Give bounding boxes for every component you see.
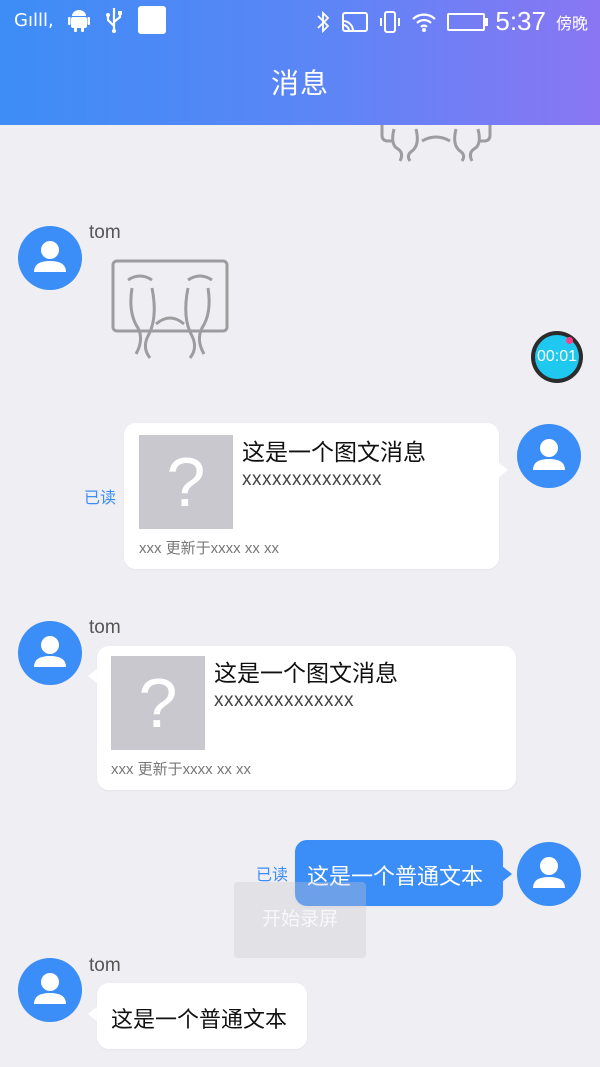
record-timer[interactable]: 00:01	[531, 331, 583, 383]
card-title: 这是一个图文消息	[242, 439, 426, 465]
usb-icon	[105, 8, 122, 33]
signal-icon: Gılll,	[14, 9, 54, 31]
cast-icon	[342, 11, 369, 32]
recording-dot-icon	[566, 337, 573, 344]
card-footer: xxx 更新于xxxx xx xx	[111, 761, 252, 778]
avatar-self[interactable]	[517, 424, 581, 488]
card-title: 这是一个图文消息	[214, 660, 398, 686]
status-time: 5:37	[495, 6, 546, 36]
card-footer: xxx 更新于xxxx xx xx	[139, 540, 280, 557]
sender-name: tom	[89, 617, 121, 638]
battery-icon	[447, 12, 489, 31]
bubble-tail	[502, 866, 512, 882]
card-subtitle: xxxxxxxxxxxxxx	[242, 469, 382, 490]
message-text: 这是一个普通文本	[111, 1007, 288, 1032]
user-icon	[533, 439, 565, 470]
android-icon	[67, 10, 90, 32]
bluetooth-icon	[317, 10, 330, 33]
avatar-tom[interactable]	[18, 621, 82, 685]
text-message[interactable]: 这是一个普通文本	[97, 983, 307, 1049]
page-title: 消息	[270, 68, 329, 99]
card-thumbnail: ?	[139, 435, 233, 529]
avatar-self[interactable]	[517, 842, 581, 906]
status-bar: Gılll, 5:37 傍晚	[0, 0, 600, 40]
card-subtitle: xxxxxxxxxxxxxx	[214, 690, 354, 711]
crying-sticker[interactable]	[376, 125, 496, 163]
sender-name: tom	[89, 222, 121, 243]
status-left: Gılll,	[14, 6, 166, 34]
card-message[interactable]: ? 这是一个图文消息 xxxxxxxxxxxxxx xxx 更新于xxxx xx…	[124, 423, 499, 569]
user-icon	[34, 636, 66, 667]
bubble-tail	[498, 462, 508, 478]
user-icon	[34, 973, 66, 1004]
card-thumbnail: ?	[111, 656, 205, 750]
card-message[interactable]: ? 这是一个图文消息 xxxxxxxxxxxxxx xxx 更新于xxxx xx…	[97, 646, 516, 790]
user-icon	[533, 857, 565, 888]
vibrate-icon	[380, 10, 401, 33]
start-recording-button[interactable]: 开始录屏	[234, 882, 366, 958]
read-receipt: 已读	[84, 490, 117, 507]
avatar-tom[interactable]	[18, 226, 82, 290]
sender-name: tom	[89, 955, 121, 976]
user-icon	[34, 241, 66, 272]
notification-square-icon	[137, 6, 166, 34]
crying-sticker[interactable]	[110, 258, 230, 362]
wifi-icon	[412, 13, 437, 32]
status-period: 傍晚	[555, 13, 588, 33]
status-right: 5:37 傍晚	[315, 6, 588, 37]
app-header: Gılll, 5:37 傍晚 消息	[0, 0, 600, 125]
avatar-tom[interactable]	[18, 958, 82, 1022]
